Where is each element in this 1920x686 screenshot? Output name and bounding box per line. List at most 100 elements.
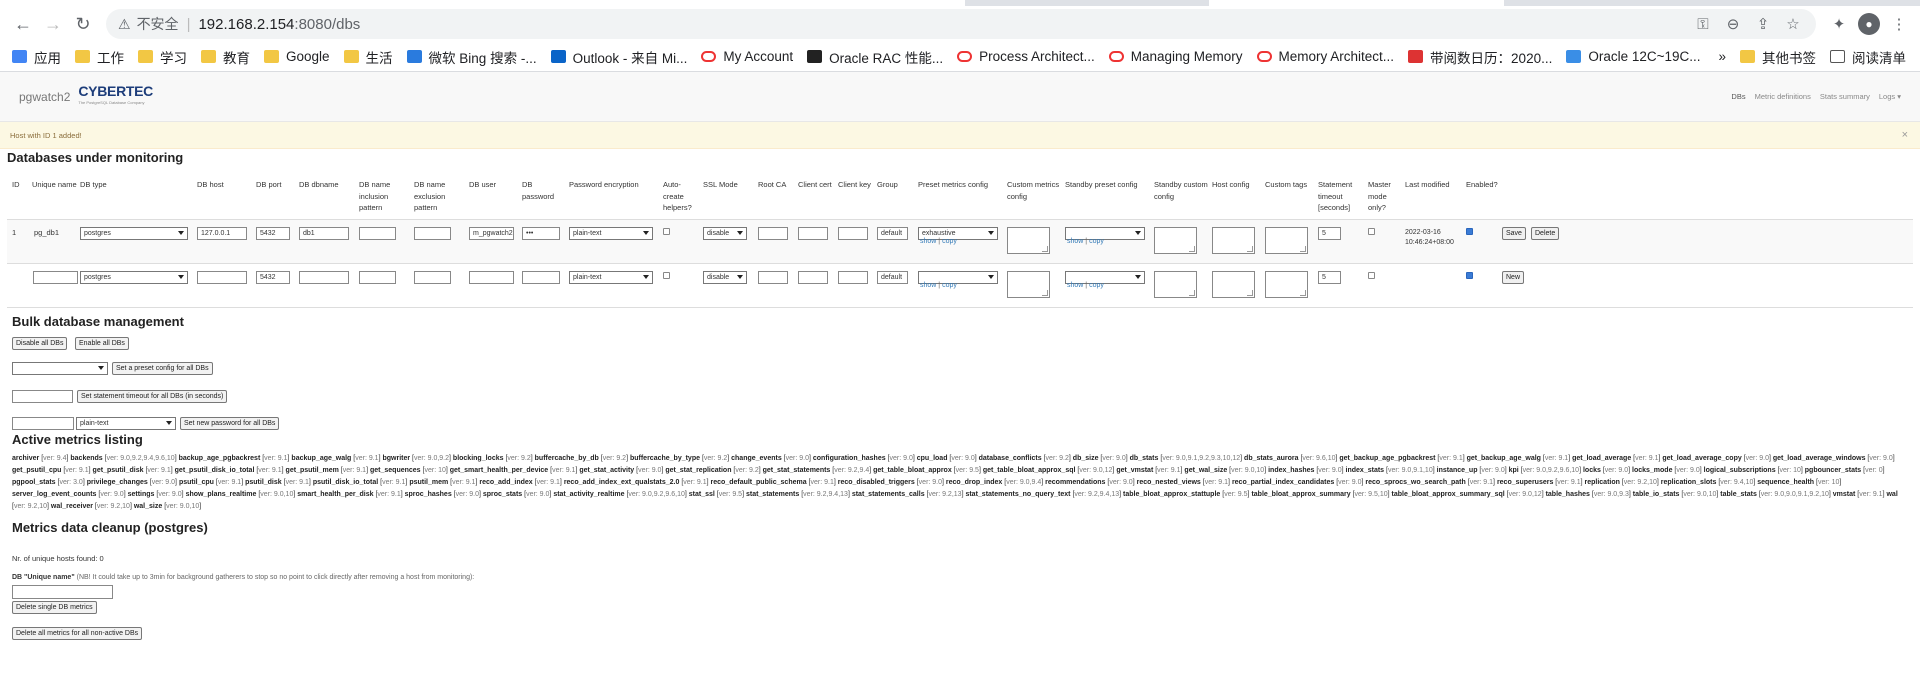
forward-icon[interactable]: → — [38, 9, 68, 39]
show-link[interactable]: show — [920, 238, 936, 245]
db-port-input[interactable]: 5432 — [256, 227, 290, 240]
new-button[interactable]: New — [1502, 271, 1525, 284]
reload-icon[interactable]: ↻ — [68, 9, 98, 39]
nav-metric-definitions[interactable]: Metric definitions — [1755, 92, 1811, 101]
app-brand[interactable]: pgwatch2 — [19, 90, 70, 104]
db-exclusion-input[interactable] — [414, 271, 451, 284]
auto-create-checkbox[interactable] — [663, 228, 670, 235]
bookmark-item[interactable]: Memory Architect... — [1256, 49, 1394, 64]
db-host-input[interactable]: 127.0.0.1 — [197, 227, 247, 240]
nav-dbs[interactable]: DBs — [1731, 92, 1745, 101]
custom-metrics-textarea[interactable] — [1007, 227, 1050, 254]
db-dbname-input[interactable] — [299, 271, 349, 284]
bookmark-item[interactable]: 应用 — [12, 47, 61, 67]
bookmark-item[interactable]: 学习 — [138, 47, 187, 67]
show-link[interactable]: show — [1067, 238, 1083, 245]
enable-all-button[interactable]: Enable all DBs — [75, 337, 129, 350]
save-button[interactable]: Save — [1502, 227, 1526, 240]
bookmark-item[interactable]: Oracle RAC 性能... — [807, 47, 943, 67]
db-type-select[interactable]: postgres — [80, 271, 188, 284]
db-type-select[interactable]: postgres — [80, 227, 188, 240]
bulk-password-input[interactable] — [12, 417, 74, 430]
zoom-out-icon[interactable]: ⊖ — [1720, 11, 1746, 37]
root-ca-input[interactable] — [758, 227, 788, 240]
auto-create-checkbox[interactable] — [663, 272, 670, 279]
bulk-timeout-input[interactable] — [12, 390, 73, 403]
nav-stats-summary[interactable]: Stats summary — [1820, 92, 1870, 101]
custom-tags-textarea[interactable] — [1265, 227, 1308, 254]
ssl-mode-select[interactable]: disable — [703, 271, 747, 284]
bulk-pw-encryption-select[interactable]: plain-text — [76, 417, 176, 430]
db-user-input[interactable] — [469, 271, 514, 284]
db-inclusion-input[interactable] — [359, 271, 396, 284]
custom-tags-textarea[interactable] — [1265, 271, 1308, 298]
bookmark-item[interactable]: Process Architect... — [957, 49, 1095, 64]
db-inclusion-input[interactable] — [359, 227, 396, 240]
password-encryption-select[interactable]: plain-text — [569, 271, 653, 284]
db-user-input[interactable]: m_pgwatch2 — [469, 227, 514, 240]
client-key-input[interactable] — [838, 271, 868, 284]
share-icon[interactable]: ⇪ — [1750, 11, 1776, 37]
db-exclusion-input[interactable] — [414, 227, 451, 240]
active-tab[interactable] — [0, 0, 965, 6]
set-password-button[interactable]: Set new password for all DBs — [180, 417, 280, 430]
db-host-input[interactable] — [197, 271, 247, 284]
copy-link[interactable]: copy — [1089, 238, 1104, 245]
bookmark-item[interactable]: My Account — [701, 49, 793, 64]
statement-timeout-input[interactable]: 5 — [1318, 227, 1341, 240]
master-mode-checkbox[interactable] — [1368, 272, 1375, 279]
enabled-checkbox[interactable] — [1466, 272, 1473, 279]
db-password-input[interactable]: ••• — [522, 227, 560, 240]
extensions-icon[interactable]: ✦ — [1826, 11, 1852, 37]
reading-list[interactable]: 阅读清单 — [1830, 47, 1906, 67]
bookmark-item[interactable]: 工作 — [75, 47, 124, 67]
custom-metrics-textarea[interactable] — [1007, 271, 1050, 298]
star-icon[interactable]: ☆ — [1780, 11, 1806, 37]
other-bookmarks[interactable]: 其他书签 — [1740, 47, 1816, 67]
ssl-mode-select[interactable]: disable — [703, 227, 747, 240]
statement-timeout-input[interactable]: 5 — [1318, 271, 1341, 284]
bookmark-item[interactable]: 教育 — [201, 47, 250, 67]
show-link[interactable]: show — [920, 282, 936, 289]
db-port-input[interactable]: 5432 — [256, 271, 290, 284]
unique-name-input[interactable] — [33, 271, 78, 284]
back-icon[interactable]: ← — [8, 9, 38, 39]
password-encryption-select[interactable]: plain-text — [569, 227, 653, 240]
host-config-textarea[interactable] — [1212, 227, 1255, 254]
client-cert-input[interactable] — [798, 227, 828, 240]
set-preset-button[interactable]: Set a preset config for all DBs — [112, 362, 213, 375]
disable-all-button[interactable]: Disable all DBs — [12, 337, 68, 350]
copy-link[interactable]: copy — [942, 282, 957, 289]
bookmark-item[interactable]: Outlook - 来自 Mi... — [550, 47, 687, 67]
nav-logs[interactable]: Logs ▾ — [1879, 92, 1901, 101]
delete-single-button[interactable]: Delete single DB metrics — [12, 601, 97, 614]
set-timeout-button[interactable]: Set statement timeout for all DBs (in se… — [77, 390, 228, 403]
unique-name-input[interactable] — [12, 585, 113, 599]
bookmark-item[interactable]: 生活 — [343, 47, 393, 67]
group-input[interactable]: default — [877, 271, 908, 284]
profile-avatar[interactable]: ● — [1858, 13, 1880, 35]
bulk-preset-select[interactable] — [12, 362, 108, 375]
show-link[interactable]: show — [1067, 282, 1083, 289]
delete-all-inactive-button[interactable]: Delete all metrics for all non-active DB… — [12, 627, 143, 640]
bookmark-item[interactable]: Google — [264, 49, 330, 64]
bookmark-item[interactable]: 微软 Bing 搜索 -... — [406, 47, 537, 67]
address-bar[interactable]: ⚠ 不安全 | 192.168.2.154:8080/dbs ⚿ ⊖ ⇪ ☆ — [106, 9, 1816, 39]
close-icon[interactable]: × — [1902, 129, 1908, 141]
group-input[interactable]: default — [877, 227, 908, 240]
client-cert-input[interactable] — [798, 271, 828, 284]
master-mode-checkbox[interactable] — [1368, 228, 1375, 235]
menu-icon[interactable]: ⋮ — [1886, 11, 1912, 37]
host-config-textarea[interactable] — [1212, 271, 1255, 298]
db-password-input[interactable] — [522, 271, 560, 284]
delete-button[interactable]: Delete — [1531, 227, 1560, 240]
client-key-input[interactable] — [838, 227, 868, 240]
bookmark-item[interactable]: Oracle 12C~19C... — [1566, 49, 1701, 64]
bookmark-item[interactable]: Managing Memory — [1108, 49, 1243, 64]
db-dbname-input[interactable]: db1 — [299, 227, 349, 240]
key-icon[interactable]: ⚿ — [1690, 11, 1716, 37]
bookmark-item[interactable]: 带阅数日历：2020... — [1408, 47, 1552, 67]
copy-link[interactable]: copy — [1089, 282, 1104, 289]
standby-custom-textarea[interactable] — [1154, 271, 1197, 298]
standby-custom-textarea[interactable] — [1154, 227, 1197, 254]
